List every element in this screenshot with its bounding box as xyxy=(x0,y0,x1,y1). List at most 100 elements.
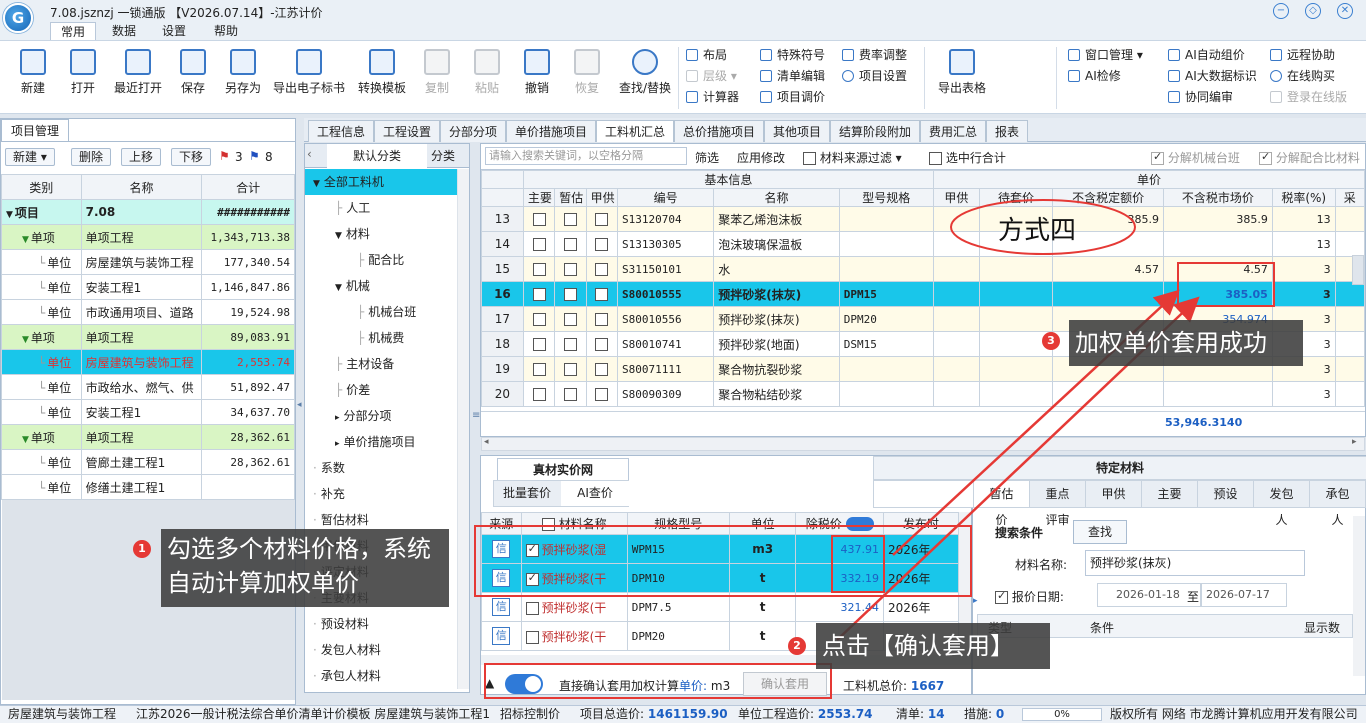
tab-batch-price[interactable]: 批量套价 xyxy=(494,481,560,506)
paste-button[interactable]: 粘贴 xyxy=(462,47,512,111)
split-machine-option[interactable]: 分解机械台班 xyxy=(1151,149,1240,166)
project-row[interactable]: └ 单位 管廊土建工程1 28,362.61 xyxy=(1,449,295,475)
tab-8[interactable]: 费用汇总 xyxy=(920,120,986,142)
col-header[interactable]: 不含税市场价 xyxy=(1163,188,1273,207)
apply-changes-button[interactable]: 应用修改 xyxy=(737,149,785,166)
move-up-button[interactable]: 上移 xyxy=(121,148,162,166)
row-checkbox[interactable] xyxy=(563,313,577,326)
quote-date-checkbox[interactable] xyxy=(995,589,1008,604)
tree-item[interactable]: ▸ 单价措施项目 xyxy=(305,429,457,455)
tree-item[interactable]: ├ 配合比 xyxy=(305,247,457,273)
tree-toggle-icon[interactable]: ▼ xyxy=(313,179,320,189)
project-row[interactable]: ▼ 单项 单项工程 28,362.61 xyxy=(1,424,295,450)
project-row[interactable]: ▼ 单项 单项工程 89,083.91 xyxy=(1,324,295,350)
row-checkbox[interactable] xyxy=(532,388,546,401)
selected-total-checkbox[interactable] xyxy=(929,152,942,165)
row-checkbox[interactable] xyxy=(563,288,577,301)
new-node-button[interactable]: 新建 ▾ xyxy=(5,148,55,166)
tree-item[interactable]: ├ 价差 xyxy=(305,377,457,403)
row-checkbox[interactable] xyxy=(532,213,546,226)
tree-item[interactable]: ├ 机械费 xyxy=(305,325,457,351)
find-button[interactable]: 查找 xyxy=(1073,520,1127,544)
row-checkbox[interactable] xyxy=(532,363,546,376)
tab-category[interactable]: 分类 xyxy=(431,144,455,168)
tree-item[interactable]: ├ 人工 xyxy=(305,195,457,221)
scroll-left-icon[interactable]: ◂ xyxy=(484,437,489,447)
red-flag-icon[interactable]: ⚑ xyxy=(219,149,230,163)
project-settings-button[interactable]: 项目设置 xyxy=(842,67,907,85)
tab-4[interactable]: 工料机汇总 xyxy=(596,120,674,142)
tree-item[interactable]: · 补充 xyxy=(305,481,457,507)
tree-item[interactable]: · 预设材料 xyxy=(305,611,457,637)
collapse-handle-icon[interactable]: ◂ xyxy=(297,400,302,410)
row-checkbox[interactable] xyxy=(532,238,546,251)
app-logo-icon[interactable]: G xyxy=(3,3,33,33)
tab-9[interactable]: 报表 xyxy=(986,120,1028,142)
project-row[interactable]: ▼ 单项 单项工程 1,343,713.38 xyxy=(1,224,295,250)
row-checkbox[interactable] xyxy=(563,338,577,351)
selected-total-toggle[interactable]: 选中行合计 xyxy=(929,149,1006,166)
special-scrollbar[interactable] xyxy=(1353,516,1365,676)
find-replace-button[interactable]: 查找/替换 xyxy=(614,47,676,111)
row-checkbox[interactable] xyxy=(563,238,577,251)
col-header[interactable]: 型号规格 xyxy=(838,188,934,207)
tree-toggle-icon[interactable]: ▼ xyxy=(22,235,29,245)
rate-adjust-button[interactable]: 费率调整 xyxy=(842,46,907,64)
export-table-button[interactable]: 导出表格 xyxy=(934,47,990,111)
export-bid-button[interactable]: 导出电子标书 xyxy=(270,47,348,111)
col-header[interactable]: 编号 xyxy=(616,188,715,207)
calculator-button[interactable]: 计算器 xyxy=(686,88,739,106)
col-header[interactable]: 主要 xyxy=(522,188,556,207)
tree-toggle-icon[interactable]: ▼ xyxy=(335,283,342,293)
row-checkbox[interactable] xyxy=(595,338,609,351)
ai-check-button[interactable]: AI检修 xyxy=(1068,67,1121,85)
tree-item[interactable]: · 发包人材料 xyxy=(305,637,457,663)
tab-0[interactable]: 工程信息 xyxy=(308,120,374,142)
tab-6[interactable]: 其他项目 xyxy=(764,120,830,142)
save-button[interactable]: 保存 xyxy=(168,47,218,111)
project-row[interactable]: └ 单位 房屋建筑与装饰工程 2,553.74 xyxy=(1,349,295,375)
tree-toggle-icon[interactable]: ▼ xyxy=(6,210,13,220)
project-row[interactable]: └ 单位 安装工程1 1,146,847.86 xyxy=(1,274,295,300)
source-badge-icon[interactable]: 信 xyxy=(492,627,511,645)
row-market-price[interactable] xyxy=(1163,381,1273,407)
row-checkbox[interactable] xyxy=(532,263,546,276)
tree-toggle-icon[interactable]: ▼ xyxy=(335,231,342,241)
row-checkbox[interactable] xyxy=(563,363,577,376)
source-filter-dropdown[interactable]: 材料来源过滤 ▾ xyxy=(803,149,902,166)
col-header[interactable]: 甲供 xyxy=(932,188,980,207)
online-login-button[interactable]: 登录在线版 xyxy=(1270,88,1347,106)
table-row[interactable]: 14 S13130305 泡沫玻璃保温板 13 xyxy=(481,231,1366,257)
ai-bigdata-button[interactable]: AI大数据标识 xyxy=(1168,67,1257,85)
row-select-checkbox[interactable] xyxy=(525,630,539,644)
remote-assist-button[interactable]: 远程协助 xyxy=(1270,46,1335,64)
table-scrollbar-thumb[interactable] xyxy=(1352,255,1364,285)
tab-special-5[interactable]: 发包人 xyxy=(1254,481,1310,527)
window-manage-button[interactable]: 窗口管理 ▾ xyxy=(1068,46,1143,64)
col-header[interactable]: 暂估 xyxy=(554,188,587,207)
horizontal-scrollbar[interactable]: ◂ ▸ xyxy=(481,437,1365,451)
row-checkbox[interactable] xyxy=(563,263,577,276)
row-checkbox[interactable] xyxy=(595,388,609,401)
search-input[interactable]: 请输入搜索关键词，以空格分隔 xyxy=(485,147,687,165)
tree-item[interactable]: ▼ 机械 xyxy=(305,273,457,299)
row-checkbox[interactable] xyxy=(595,313,609,326)
split-mix-checkbox[interactable] xyxy=(1259,150,1272,165)
undo-button[interactable]: 撤销 xyxy=(512,47,562,111)
material-name-input[interactable]: 预拌砂浆(抹灰) xyxy=(1085,550,1305,576)
row-checkbox[interactable] xyxy=(595,213,609,226)
row-checkbox[interactable] xyxy=(595,363,609,376)
row-checkbox[interactable] xyxy=(595,263,609,276)
list-edit-button[interactable]: 清单编辑 xyxy=(760,67,825,85)
move-down-button[interactable]: 下移 xyxy=(171,148,212,166)
open-button[interactable]: 打开 xyxy=(58,47,108,111)
col-header[interactable]: 不含税定额价 xyxy=(1052,188,1165,207)
row-checkbox[interactable] xyxy=(563,388,577,401)
tree-item[interactable]: · 承包人材料 xyxy=(305,663,457,689)
split-machine-checkbox[interactable] xyxy=(1151,150,1164,165)
menu-common[interactable]: 常用 xyxy=(50,22,97,40)
tab-special-6[interactable]: 承包人 xyxy=(1310,481,1366,527)
quote-date-option[interactable]: 报价日期: xyxy=(995,588,1064,605)
tree-toggle-icon[interactable]: ▼ xyxy=(22,335,29,345)
tab-2[interactable]: 分部分项 xyxy=(440,120,506,142)
